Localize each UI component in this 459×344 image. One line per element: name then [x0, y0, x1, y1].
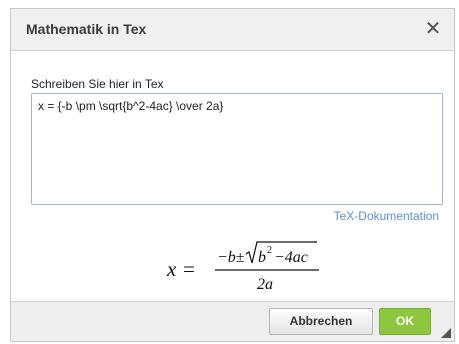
formula-radicand-exp: 2 — [267, 245, 272, 256]
formula-equals: = — [183, 257, 195, 281]
formula-numerator-lead: −b± — [217, 249, 245, 266]
tex-dialog: Mathematik in Tex ✕ Schreiben Sie hier i… — [10, 8, 455, 342]
dialog-footer: Abbrechen OK — [11, 301, 454, 341]
dialog-titlebar: Mathematik in Tex ✕ — [11, 9, 454, 51]
dialog-title: Mathematik in Tex — [26, 21, 147, 37]
ok-button[interactable]: OK — [379, 308, 431, 335]
close-icon[interactable]: ✕ — [422, 18, 444, 40]
cancel-button[interactable]: Abbrechen — [269, 308, 373, 335]
formula-radicand-rest: −4ac — [274, 249, 308, 266]
tex-documentation-link[interactable]: TeX-Dokumentation — [334, 209, 439, 223]
resize-grip-icon[interactable] — [440, 327, 452, 339]
formula-denominator: 2a — [257, 276, 273, 293]
formula-radicand-b: b — [258, 249, 266, 266]
tex-input-label: Schreiben Sie hier in Tex — [31, 77, 164, 91]
tex-input[interactable] — [31, 93, 443, 205]
formula-lhs: x — [166, 257, 177, 281]
formula-preview: x = −b± b 2 −4ac 2a — [166, 241, 319, 293]
